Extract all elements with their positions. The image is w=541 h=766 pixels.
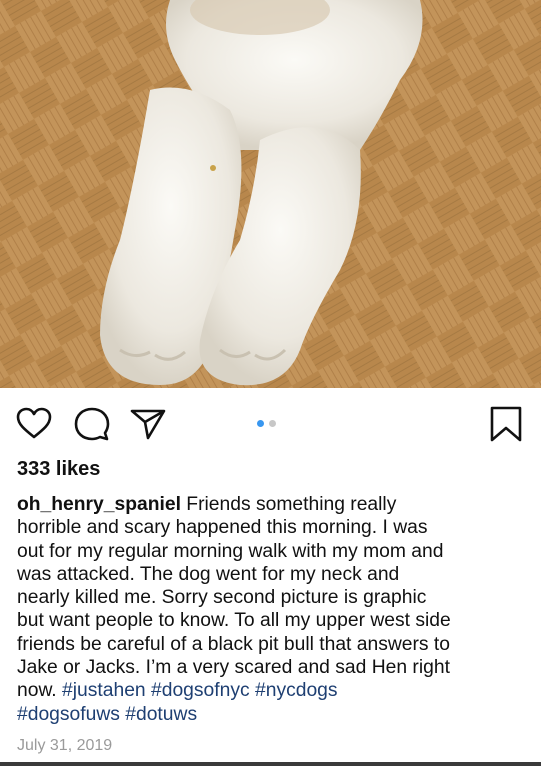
- save-button[interactable]: [486, 404, 526, 444]
- carousel-dot-active: [257, 420, 264, 427]
- hashtag-link[interactable]: #dogsofnyc: [151, 680, 250, 701]
- heart-icon: [16, 407, 52, 439]
- hashtag-link[interactable]: #dogsofuws: [17, 704, 120, 725]
- comment-button[interactable]: [72, 404, 112, 444]
- dog-paws-photo: [0, 0, 541, 388]
- bookmark-icon: [490, 406, 522, 442]
- carousel-indicator: [257, 420, 287, 430]
- post-action-bar: [0, 388, 541, 458]
- carousel-dot: [269, 420, 276, 427]
- like-button[interactable]: [14, 404, 54, 444]
- username-link[interactable]: oh_henry_spaniel: [17, 494, 181, 515]
- bottom-divider: [0, 762, 541, 766]
- share-button[interactable]: [128, 404, 168, 444]
- like-count[interactable]: 333 likes: [17, 458, 100, 481]
- paper-plane-icon: [130, 409, 166, 440]
- hashtag-link[interactable]: #justahen: [62, 680, 146, 701]
- comment-bubble-icon: [74, 407, 110, 441]
- caption-text: Friends something really horrible and sc…: [17, 494, 451, 702]
- post-date: July 31, 2019: [17, 737, 113, 754]
- hashtag-link[interactable]: #nycdogs: [255, 680, 338, 701]
- hashtag-link[interactable]: #dotuws: [125, 704, 197, 725]
- post-photo[interactable]: [0, 0, 541, 388]
- post-caption: oh_henry_spaniel Friends something reall…: [17, 493, 529, 726]
